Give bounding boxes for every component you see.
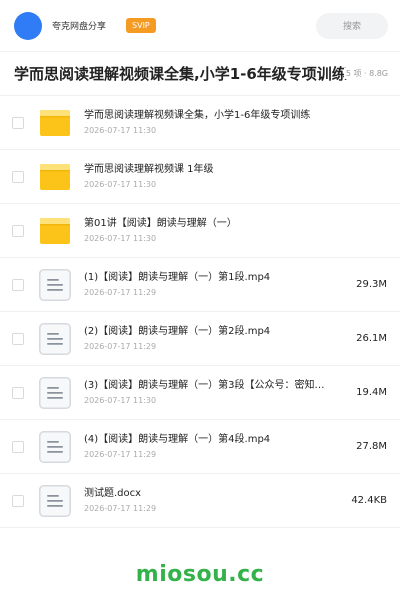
file-info: (3)【阅读】朗读与理解（一）第3段【公众号：密知… 2026-07-17 11… [84,379,345,406]
file-info: 学而思阅读理解视频课 1年级 2026-07-17 11:30 [84,163,345,190]
list-item[interactable]: 学而思阅读理解视频课 1年级 2026-07-17 11:30 [0,150,400,204]
list-item[interactable]: (4)【阅读】朗读与理解（一）第4段.mp4 2026-07-17 11:29 … [0,420,400,474]
file-size: 19.4M [356,387,387,398]
share-meta: 5 项 · 8.8G [343,68,388,79]
file-info: (1)【阅读】朗读与理解（一）第1段.mp4 2026-07-17 11:29 [84,271,345,298]
user-name: 夸克网盘分享 [52,22,107,32]
file-name: 学而思阅读理解视频课 1年级 [84,164,214,175]
document-icon [38,430,72,464]
file-name: 测试题.docx [84,488,142,499]
top-header: 夸克网盘分享 SVIP 搜索 [0,0,400,52]
svip-badge: SVIP [126,18,156,33]
file-info: 学而思阅读理解视频课全集，小学1-6年级专项训练 2026-07-17 11:3… [84,109,345,136]
file-list: 学而思阅读理解视频课全集，小学1-6年级专项训练 2026-07-17 11:3… [0,96,400,528]
document-icon [38,484,72,518]
document-icon [38,376,72,410]
file-date: 2026-07-17 11:30 [84,234,157,243]
select-checkbox[interactable] [12,170,24,183]
file-name: (3)【阅读】朗读与理解（一）第3段【公众号：密知… [84,380,325,391]
file-info: (4)【阅读】朗读与理解（一）第4段.mp4 2026-07-17 11:29 [84,433,345,460]
list-item[interactable]: (1)【阅读】朗读与理解（一）第1段.mp4 2026-07-17 11:29 … [0,258,400,312]
folder-icon [38,160,72,194]
list-item[interactable]: 第01讲【阅读】朗读与理解（一） 2026-07-17 11:30 [0,204,400,258]
file-size: 26.1M [356,333,387,344]
select-checkbox[interactable] [12,224,24,237]
select-checkbox[interactable] [12,278,24,291]
file-date: 2026-07-17 11:29 [84,504,157,513]
document-icon [38,322,72,356]
select-checkbox[interactable] [12,440,24,453]
file-size: 29.3M [356,279,387,290]
folder-icon [38,214,72,248]
file-name: 第01讲【阅读】朗读与理解（一） [84,218,237,229]
select-checkbox[interactable] [12,116,24,129]
document-icon [38,268,72,302]
list-item[interactable]: (3)【阅读】朗读与理解（一）第3段【公众号：密知… 2026-07-17 11… [0,366,400,420]
list-item[interactable]: 学而思阅读理解视频课全集，小学1-6年级专项训练 2026-07-17 11:3… [0,96,400,150]
avatar[interactable] [14,11,42,40]
file-date: 2026-07-17 11:30 [84,396,157,405]
page-title: 学而思阅读理解视频课全集,小学1-6年级专项训练 [14,65,347,83]
list-item[interactable]: 测试题.docx 2026-07-17 11:29 42.4KB [0,474,400,528]
search-input[interactable]: 搜索 [316,12,388,39]
select-checkbox[interactable] [12,386,24,399]
file-info: 测试题.docx 2026-07-17 11:29 [84,487,343,514]
file-name: (1)【阅读】朗读与理解（一）第1段.mp4 [84,272,271,283]
file-date: 2026-07-17 11:30 [84,126,157,135]
file-size: 27.8M [356,441,387,452]
file-date: 2026-07-17 11:29 [84,342,157,351]
file-date: 2026-07-17 11:29 [84,450,157,459]
file-size: 42.4KB [351,495,387,506]
file-name: 学而思阅读理解视频课全集，小学1-6年级专项训练 [84,110,311,121]
file-info: 第01讲【阅读】朗读与理解（一） 2026-07-17 11:30 [84,217,345,244]
file-date: 2026-07-17 11:29 [84,288,157,297]
watermark: miosou.cc [135,562,265,587]
file-date: 2026-07-17 11:30 [84,180,157,189]
folder-icon [38,106,72,140]
file-name: (4)【阅读】朗读与理解（一）第4段.mp4 [84,434,271,445]
file-name: (2)【阅读】朗读与理解（一）第2段.mp4 [84,326,271,337]
list-item[interactable]: (2)【阅读】朗读与理解（一）第2段.mp4 2026-07-17 11:29 … [0,312,400,366]
select-checkbox[interactable] [12,332,24,345]
share-title-row: 学而思阅读理解视频课全集,小学1-6年级专项训练 5 项 · 8.8G [0,52,400,96]
file-info: (2)【阅读】朗读与理解（一）第2段.mp4 2026-07-17 11:29 [84,325,345,352]
select-checkbox[interactable] [12,494,24,507]
